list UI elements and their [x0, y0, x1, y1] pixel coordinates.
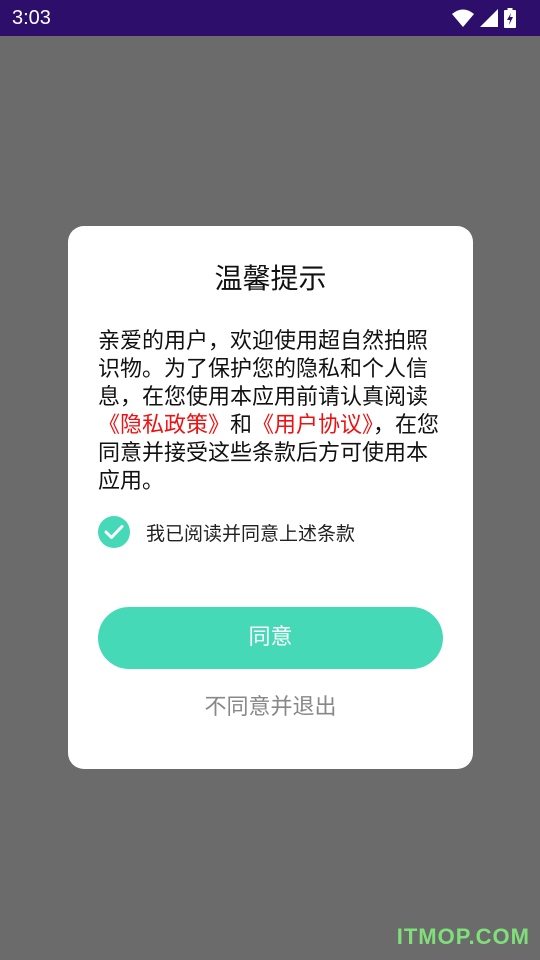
- status-bar: 3:03: [0, 0, 540, 36]
- user-agreement-link[interactable]: 《用户协议》: [252, 413, 373, 438]
- consent-checkbox[interactable]: [98, 516, 130, 548]
- checkmark-icon: [104, 525, 124, 539]
- consent-row[interactable]: 我已阅读并同意上述条款: [98, 515, 355, 549]
- message-intro: 亲爱的用户，欢迎使用超自然拍照识物。为了保护您的隐私和个人信息，在您使用本应用前…: [98, 329, 429, 410]
- dialog-message: 亲爱的用户，欢迎使用超自然拍照识物。为了保护您的隐私和个人信息，在您使用本应用前…: [98, 328, 443, 496]
- dialog-title: 温馨提示: [214, 262, 327, 295]
- message-and: 和: [230, 413, 253, 438]
- status-time: 3:03: [12, 7, 51, 29]
- battery-icon: [504, 8, 516, 28]
- privacy-policy-link[interactable]: 《隐私政策》: [98, 413, 230, 438]
- disagree-exit-button[interactable]: 不同意并退出: [68, 693, 473, 723]
- privacy-dialog: 温馨提示 亲爱的用户，欢迎使用超自然拍照识物。为了保护您的隐私和个人信息，在您使…: [68, 226, 473, 769]
- consent-label: 我已阅读并同意上述条款: [146, 522, 356, 545]
- cell-signal-icon: [480, 9, 498, 27]
- wifi-icon: [452, 9, 474, 27]
- agree-button[interactable]: 同意: [98, 607, 443, 669]
- status-icons: [452, 6, 516, 30]
- watermark: ITMOP.COM: [396, 924, 530, 949]
